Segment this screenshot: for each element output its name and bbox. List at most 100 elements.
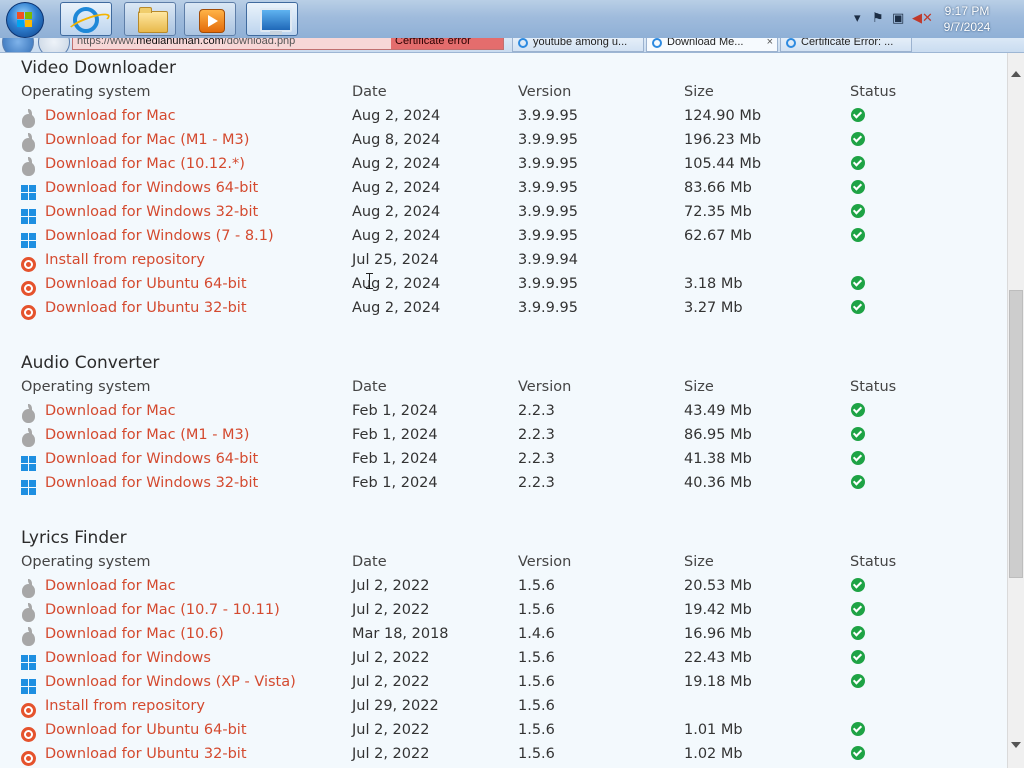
browser-tab-download[interactable]: Download Me... × (646, 38, 778, 52)
show-hidden-icons-icon[interactable]: ▾ (854, 11, 861, 26)
download-link[interactable]: Download for Windows (7 - 8.1) (21, 228, 274, 248)
taskbar-internet-explorer[interactable] (60, 2, 112, 36)
download-link[interactable]: Download for Mac (M1 - M3) (21, 427, 249, 447)
download-link[interactable]: Download for Ubuntu 32-bit (21, 746, 247, 766)
download-link[interactable]: Download for Mac (10.12.*) (21, 156, 245, 176)
apple-icon (22, 133, 35, 152)
download-link[interactable]: Download for Mac (21, 108, 176, 128)
download-link-label: Download for Mac (M1 - M3) (45, 132, 250, 148)
release-date: Aug 2, 2024 (352, 108, 441, 124)
product-section: Video Downloader Operating system Date V… (21, 56, 981, 320)
taskbar-remote-desktop[interactable] (246, 2, 298, 36)
status-cell (850, 742, 865, 766)
release-date: Aug 2, 2024 (352, 180, 441, 196)
download-link[interactable]: Install from repository (21, 252, 205, 272)
action-center-flag-icon[interactable]: ⚑ (872, 11, 884, 26)
product-section: Audio Converter Operating system Date Ve… (21, 351, 981, 495)
download-link-label: Download for Mac (10.7 - 10.11) (45, 602, 280, 618)
download-link[interactable]: Download for Ubuntu 64-bit (21, 276, 247, 296)
certificate-error-badge[interactable]: Certificate error (391, 38, 503, 49)
forward-button[interactable] (38, 38, 70, 52)
file-size: 43.49 Mb (684, 403, 752, 419)
header-version: Version (518, 379, 572, 395)
page-scrollbar[interactable] (1007, 53, 1024, 768)
header-version: Version (518, 554, 572, 570)
table-row: Download for Mac Feb 1, 2024 2.2.3 43.49… (21, 399, 981, 423)
version-number: 3.9.9.94 (518, 252, 578, 268)
download-link[interactable]: Download for Windows (XP - Vista) (21, 674, 296, 694)
download-link[interactable]: Download for Windows 64-bit (21, 180, 259, 200)
start-button[interactable] (6, 2, 44, 38)
tab-label: Download Me... (667, 38, 744, 48)
ie-favicon-icon (652, 38, 662, 48)
header-size: Size (684, 554, 714, 570)
tab-close-icon[interactable]: × (767, 38, 773, 49)
status-ok-check-icon (851, 625, 865, 640)
download-link[interactable]: Download for Ubuntu 32-bit (21, 300, 247, 320)
text-cursor-icon (366, 273, 374, 289)
apple-icon (22, 579, 35, 598)
status-ok-check-icon (851, 721, 865, 736)
header-operating-system: Operating system (21, 379, 151, 395)
file-size: 72.35 Mb (684, 204, 752, 220)
version-number: 2.2.3 (518, 403, 555, 419)
table-row: Download for Mac (10.6) Mar 18, 2018 1.4… (21, 622, 981, 646)
table-row: Download for Mac (10.7 - 10.11) Jul 2, 2… (21, 598, 981, 622)
clock-time: 9:17 PM (944, 4, 990, 18)
download-link[interactable]: Download for Mac (M1 - M3) (21, 132, 250, 152)
download-link[interactable]: Download for Mac (21, 403, 176, 423)
release-date: Feb 1, 2024 (352, 475, 438, 491)
taskbar: ▾ ⚑ ▣ ◀✕ 9:17 PM 9/7/2024 (0, 0, 1024, 39)
download-link[interactable]: Download for Windows (21, 650, 211, 670)
volume-muted-icon[interactable]: ◀✕ (912, 11, 933, 26)
windows-logo-icon (17, 12, 33, 28)
browser-tab-youtube[interactable]: youtube among u... (512, 38, 644, 52)
browser-tab-certificate-error[interactable]: Certificate Error: ... (780, 38, 912, 52)
download-link-label: Download for Mac (45, 578, 176, 594)
table-row: Download for Mac Jul 2, 2022 1.5.6 20.53… (21, 574, 981, 598)
release-date: Feb 1, 2024 (352, 427, 438, 443)
download-link[interactable]: Download for Mac (10.7 - 10.11) (21, 602, 280, 622)
header-size: Size (684, 379, 714, 395)
back-button[interactable] (2, 38, 34, 52)
status-ok-check-icon (851, 275, 865, 290)
network-icon[interactable]: ▣ (892, 11, 904, 26)
status-ok-check-icon (851, 107, 865, 122)
version-number: 1.5.6 (518, 578, 555, 594)
address-bar[interactable]: https://www.mediahuman.com/download.php … (72, 38, 504, 50)
download-link[interactable]: Download for Mac (21, 578, 176, 598)
scrollbar-thumb[interactable] (1009, 290, 1023, 578)
header-date: Date (352, 379, 387, 395)
table-row: Install from repository Jul 29, 2022 1.5… (21, 694, 981, 718)
version-number: 1.5.6 (518, 698, 555, 714)
browser-toolbar: https://www.mediahuman.com/download.php … (0, 38, 1024, 53)
windows-icon (21, 185, 36, 200)
clock-date: 9/7/2024 (943, 20, 991, 34)
download-link[interactable]: Download for Windows 32-bit (21, 204, 259, 224)
version-number: 3.9.9.95 (518, 228, 578, 244)
status-ok-check-icon (851, 649, 865, 664)
download-link[interactable]: Download for Windows 32-bit (21, 475, 258, 495)
file-size: 3.18 Mb (684, 276, 743, 292)
taskbar-file-explorer[interactable] (124, 2, 176, 36)
scroll-down-arrow-icon[interactable] (1011, 742, 1021, 748)
release-date: Mar 18, 2018 (352, 626, 449, 642)
windows-icon (21, 679, 36, 694)
folder-icon (138, 7, 168, 33)
download-link[interactable]: Download for Ubuntu 64-bit (21, 722, 247, 742)
download-link[interactable]: Install from repository (21, 698, 205, 718)
download-link-label: Download for Ubuntu 64-bit (45, 276, 247, 292)
ubuntu-icon (21, 727, 36, 742)
download-link[interactable]: Download for Windows 64-bit (21, 451, 258, 471)
clock[interactable]: 9:17 PM 9/7/2024 (932, 3, 1002, 35)
scroll-up-arrow-icon[interactable] (1011, 71, 1021, 77)
taskbar-media-player[interactable] (184, 2, 236, 36)
download-link-label: Download for Windows 32-bit (45, 204, 259, 220)
download-link[interactable]: Download for Mac (10.6) (21, 626, 224, 646)
download-link-label: Download for Windows 64-bit (45, 180, 259, 196)
version-number: 2.2.3 (518, 427, 555, 443)
apple-icon (22, 603, 35, 622)
ubuntu-icon (21, 751, 36, 766)
status-ok-check-icon (851, 402, 865, 417)
apple-icon (22, 109, 35, 128)
